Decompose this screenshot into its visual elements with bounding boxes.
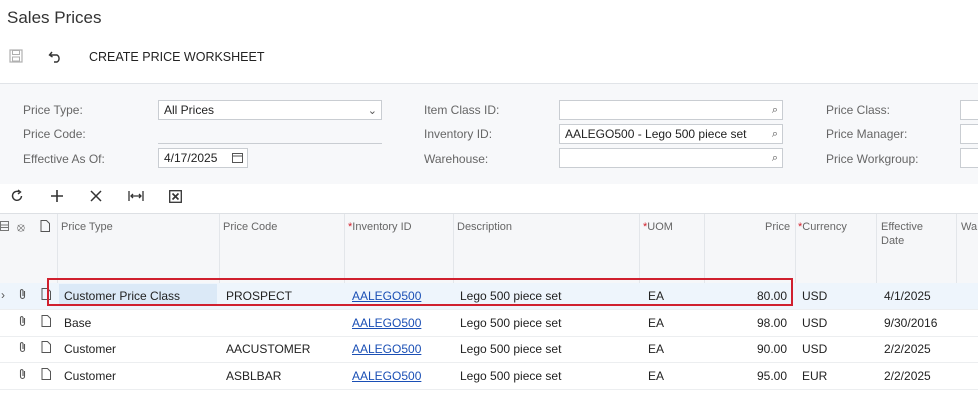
cell-uom[interactable]: EA [648, 342, 664, 356]
paperclip-icon[interactable] [18, 341, 27, 356]
cell-effective-date[interactable]: 4/1/2025 [884, 289, 931, 303]
cell-effective-date[interactable]: 9/30/2016 [884, 316, 937, 330]
uom-header-text: UOM [647, 221, 673, 233]
col-header-description[interactable]: Description [457, 220, 512, 234]
warehouse-field[interactable]: ⌕ [559, 148, 783, 168]
item-class-id-label: Item Class ID: [424, 103, 500, 117]
cell-uom[interactable]: EA [648, 316, 664, 330]
col-header-currency[interactable]: *Currency [798, 220, 847, 234]
note-icon[interactable] [41, 315, 51, 330]
delete-icon[interactable] [90, 190, 102, 205]
calendar-icon[interactable] [232, 151, 243, 169]
cell-description[interactable]: Lego 500 piece set [460, 342, 561, 356]
add-icon[interactable] [50, 189, 64, 206]
cell-currency[interactable]: EUR [802, 369, 827, 383]
save-icon[interactable] [9, 49, 23, 67]
paperclip-icon[interactable] [18, 315, 27, 330]
refresh-icon[interactable] [10, 189, 24, 206]
cell-inventory-id-link[interactable]: AALEGO500 [352, 342, 421, 356]
cell-currency[interactable]: USD [802, 342, 827, 356]
fit-columns-icon[interactable] [128, 190, 144, 205]
inventory-id-value: AALEGO500 - Lego 500 piece set [565, 127, 747, 141]
inventory-id-label: Inventory ID: [424, 127, 493, 141]
chevron-down-icon: ⌄ [367, 105, 377, 117]
col-header-effective-date[interactable]: Effective Date [881, 220, 929, 248]
price-workgroup-label: Price Workgroup: [826, 152, 919, 166]
price-type-label: Price Type: [23, 103, 83, 117]
price-class-field[interactable] [960, 100, 978, 120]
table-row[interactable]: Customer ASBLBAR AALEGO500 Lego 500 piec… [0, 363, 978, 390]
effective-as-of-date-field[interactable]: 4/17/2025 [158, 148, 248, 168]
note-icon[interactable] [41, 368, 51, 383]
undo-icon[interactable] [48, 49, 63, 66]
cell-price[interactable]: 98.00 [704, 316, 787, 330]
page-title: Sales Prices [7, 8, 102, 27]
paperclip-icon[interactable] [18, 368, 27, 383]
paperclip-icon[interactable] [18, 288, 27, 303]
search-icon[interactable]: ⌕ [772, 149, 778, 167]
price-manager-field[interactable] [960, 124, 978, 144]
row-indicator-icon: › [1, 288, 5, 302]
col-header-inventory-id[interactable]: *Inventory ID [348, 220, 412, 234]
inventory-id-field[interactable]: AALEGO500 - Lego 500 piece set ⌕ [559, 124, 783, 144]
price-manager-label: Price Manager: [826, 127, 908, 141]
cell-inventory-id-link[interactable]: AALEGO500 [352, 316, 421, 330]
warehouse-label: Warehouse: [424, 152, 489, 166]
cell-currency[interactable]: USD [802, 316, 827, 330]
note-column-icon [40, 220, 50, 236]
note-icon[interactable] [41, 341, 51, 356]
col-header-warehouse[interactable]: Wa [961, 220, 977, 234]
search-icon[interactable]: ⌕ [772, 101, 778, 119]
cell-price-code[interactable]: ASBLBAR [226, 369, 281, 383]
cell-price-type[interactable]: Base [64, 316, 91, 330]
row-selector-icon [0, 221, 9, 235]
attachment-column-icon: ⦻ [17, 220, 25, 234]
cell-description[interactable]: Lego 500 piece set [460, 316, 561, 330]
cell-uom[interactable]: EA [648, 369, 664, 383]
item-class-id-field[interactable]: ⌕ [559, 100, 783, 120]
cell-price[interactable]: 95.00 [704, 369, 787, 383]
cell-effective-date[interactable]: 2/2/2025 [884, 342, 931, 356]
cell-price-code[interactable]: AACUSTOMER [226, 342, 310, 356]
price-workgroup-field[interactable] [960, 148, 978, 168]
table-row[interactable]: Customer AACUSTOMER AALEGO500 Lego 500 p… [0, 336, 978, 363]
currency-header-text: Currency [802, 221, 847, 233]
highlight-box [47, 278, 793, 306]
price-type-select[interactable]: All Prices ⌄ [158, 100, 382, 120]
effective-as-of-label: Effective As Of: [23, 152, 105, 166]
price-code-label: Price Code: [23, 127, 86, 141]
cell-description[interactable]: Lego 500 piece set [460, 369, 561, 383]
price-type-value: All Prices [164, 103, 215, 117]
price-code-field[interactable] [158, 124, 382, 144]
cell-price-type[interactable]: Customer [64, 369, 116, 383]
create-price-worksheet-button[interactable]: CREATE PRICE WORKSHEET [89, 50, 264, 64]
col-header-price-code[interactable]: Price Code [223, 220, 277, 234]
grid-header: ⦻ Price Type Price Code *Inventory ID De… [0, 213, 978, 285]
cell-currency[interactable]: USD [802, 289, 827, 303]
cell-price-type[interactable]: Customer [64, 342, 116, 356]
search-icon[interactable]: ⌕ [772, 125, 778, 143]
cell-inventory-id-link[interactable]: AALEGO500 [352, 369, 421, 383]
col-header-price-type[interactable]: Price Type [61, 220, 113, 234]
col-header-uom[interactable]: *UOM [643, 220, 673, 234]
price-class-label: Price Class: [826, 103, 891, 117]
inventory-id-header-text: Inventory ID [352, 221, 412, 233]
cell-effective-date[interactable]: 2/2/2025 [884, 369, 931, 383]
table-row[interactable]: Base AALEGO500 Lego 500 piece set EA 98.… [0, 310, 978, 337]
cell-price[interactable]: 90.00 [704, 342, 787, 356]
col-header-price[interactable]: Price [765, 220, 790, 234]
export-excel-icon[interactable] [169, 190, 182, 206]
effective-as-of-value: 4/17/2025 [164, 151, 218, 165]
